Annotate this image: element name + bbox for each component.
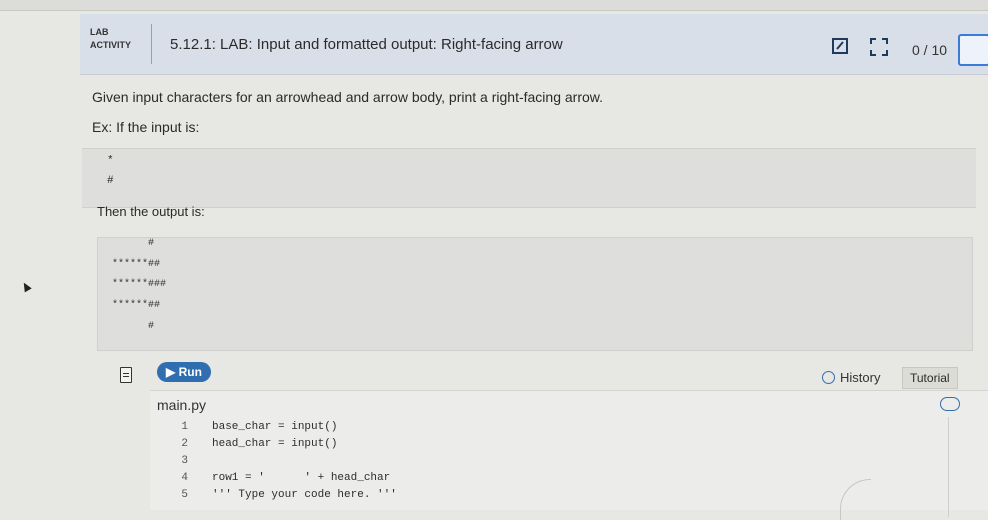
line-number: 2 xyxy=(181,438,188,450)
lab-description: Given input characters for an arrowhead … xyxy=(92,89,603,105)
line-number: 5 xyxy=(181,489,188,501)
code-text[interactable]: head_char = input() xyxy=(212,438,337,450)
editor-decoration xyxy=(840,479,871,520)
output-line: # xyxy=(112,321,155,332)
line-number: 3 xyxy=(181,455,188,467)
line-number: 4 xyxy=(181,472,188,484)
history-label: History xyxy=(840,370,881,385)
code-editor[interactable]: main.py 1 base_char = input() 2 head_cha… xyxy=(150,390,988,520)
example-output-box: # ******## ******### ******## # xyxy=(97,237,973,351)
history-icon xyxy=(822,371,835,384)
filename-label: main.py xyxy=(157,397,207,413)
input-line: * xyxy=(107,155,114,167)
mouse-cursor-icon xyxy=(20,280,32,293)
activity-label: ACTIVITY xyxy=(90,40,132,50)
code-text[interactable]: ''' Type your code here. ''' xyxy=(212,489,397,501)
activity-header: LAB ACTIVITY 5.12.1: LAB: Input and form… xyxy=(80,14,988,75)
line-number: 1 xyxy=(181,421,188,433)
example-input-box: * # xyxy=(82,148,976,208)
file-icon[interactable] xyxy=(120,367,132,383)
output-line: ******## xyxy=(112,300,161,311)
fullscreen-icon[interactable] xyxy=(870,38,888,56)
top-band xyxy=(0,0,988,11)
code-area[interactable]: 1 base_char = input() 2 head_char = inpu… xyxy=(150,417,949,520)
code-text[interactable]: row1 = ' ' + head_char xyxy=(212,472,390,484)
history-button[interactable]: History xyxy=(822,370,880,385)
header-divider xyxy=(151,24,152,64)
code-text[interactable]: base_char = input() xyxy=(212,421,337,433)
output-line: # xyxy=(112,238,155,249)
lab-activity-label: LAB ACTIVITY xyxy=(90,26,148,52)
tutorial-button[interactable]: Tutorial xyxy=(902,367,958,389)
lab-label: LAB xyxy=(90,27,109,37)
edit-icon[interactable] xyxy=(832,38,848,54)
example-intro: Ex: If the input is: xyxy=(92,119,200,135)
activity-title: 5.12.1: LAB: Input and formatted output:… xyxy=(170,36,563,53)
output-line: ******## xyxy=(112,259,161,270)
input-line: # xyxy=(107,175,114,187)
run-button[interactable]: ▶ Run xyxy=(157,362,211,382)
output-line: ******### xyxy=(112,279,167,290)
output-intro: Then the output is: xyxy=(97,204,205,219)
cloud-sync-icon xyxy=(940,397,960,411)
score-label: 0 / 10 xyxy=(912,42,948,58)
score-progress-box xyxy=(958,34,988,66)
